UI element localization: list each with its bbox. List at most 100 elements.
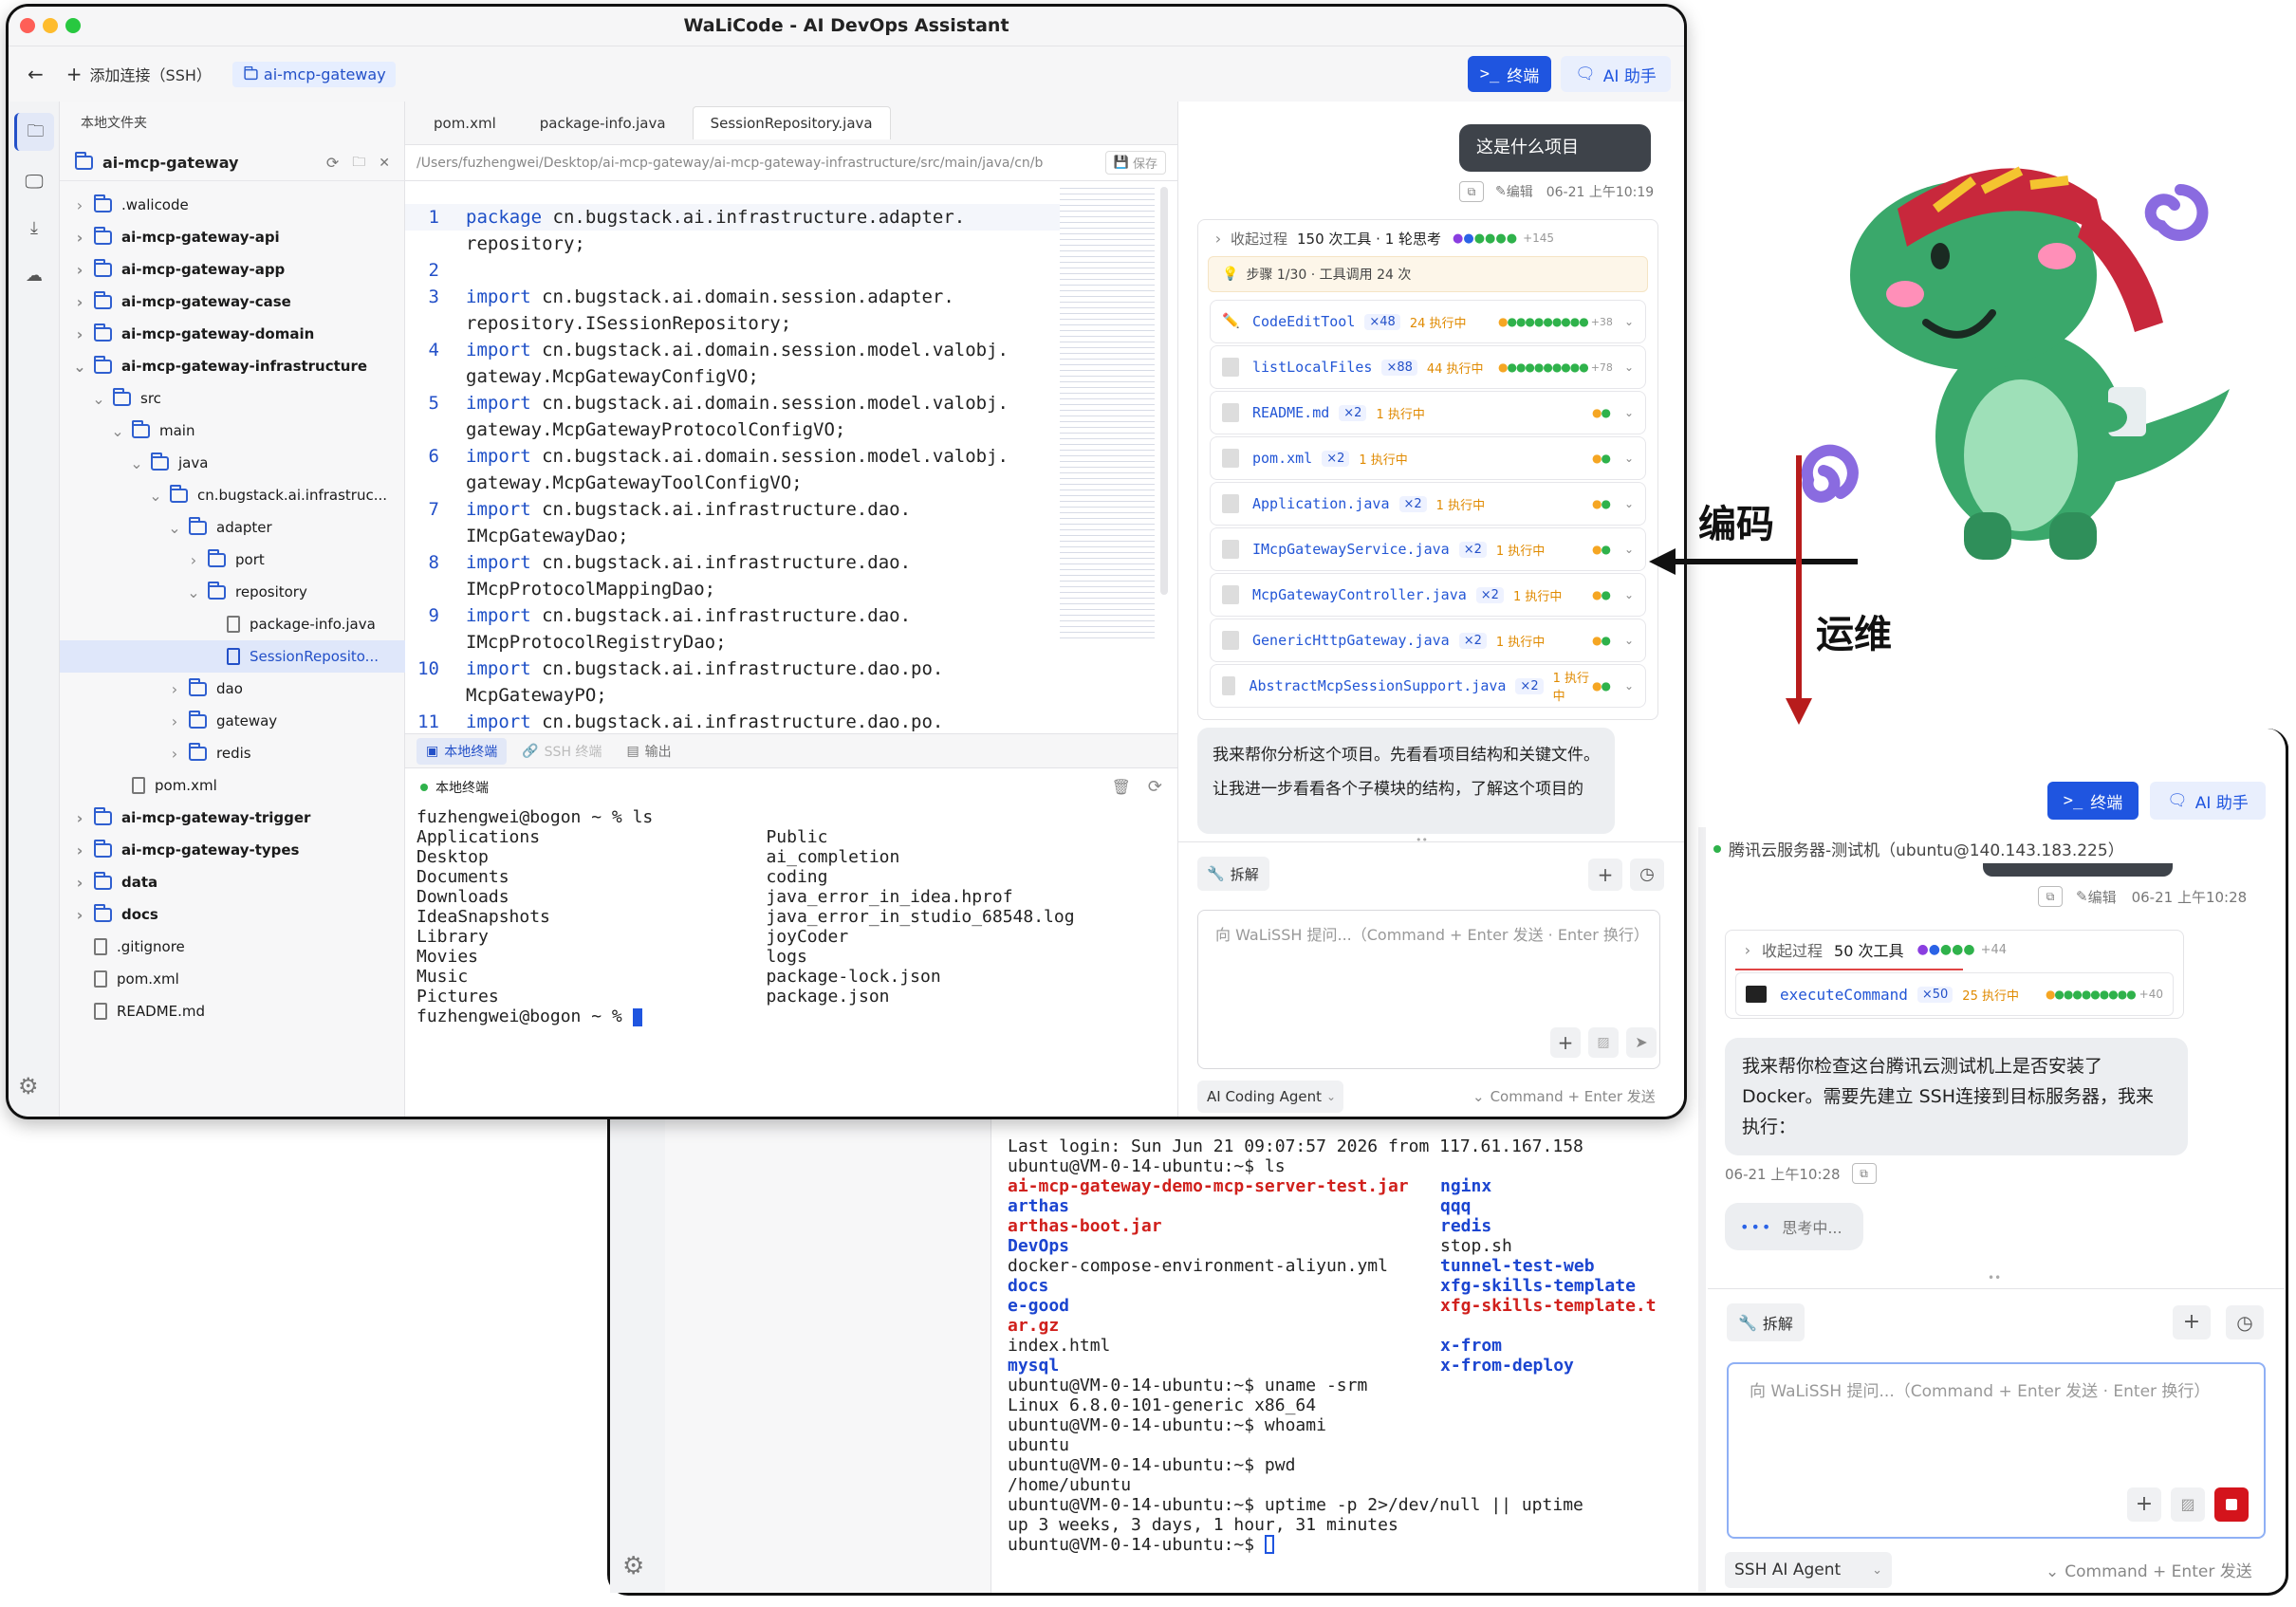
chevron-icon[interactable]: ›: [71, 196, 88, 214]
send-icon[interactable]: ➤: [1626, 1027, 1657, 1058]
editor-tab[interactable]: package-info.java: [523, 107, 683, 139]
chevron-down-icon[interactable]: ⌄: [1624, 543, 1634, 556]
collapse-process-toggle[interactable]: 收起过程: [1231, 229, 1287, 249]
chevron-down-icon[interactable]: ⌄: [1624, 634, 1634, 647]
chevron-icon[interactable]: ⌄: [128, 454, 145, 472]
chevron-icon[interactable]: ›: [71, 229, 88, 247]
settings-icon[interactable]: ⚙: [18, 1073, 39, 1099]
edit-link[interactable]: 编辑: [1507, 182, 1533, 201]
chevron-icon[interactable]: ›: [71, 325, 88, 343]
file-row[interactable]: README.md: [60, 995, 405, 1027]
minimap[interactable]: [1060, 185, 1155, 640]
tool-row[interactable]: McpGatewayController.java ×2 1 执行中 ●● ⌄: [1210, 573, 1646, 617]
tool-row[interactable]: IMcpGatewayService.java ×2 1 执行中 ●● ⌄: [1210, 527, 1646, 571]
chevron-icon[interactable]: ›: [71, 841, 88, 859]
stop-button[interactable]: [2214, 1487, 2249, 1522]
code-editor[interactable]: 1 package cn.bugstack.ai.infrastructure.a…: [405, 204, 1060, 739]
edit-link[interactable]: 编辑: [2088, 887, 2117, 907]
copy-icon[interactable]: ⧉: [2038, 886, 2063, 907]
folder-row[interactable]: › docs: [60, 898, 405, 931]
chevron-down-icon[interactable]: ⌄: [1624, 497, 1634, 510]
ssh-terminal[interactable]: Last login: Sun Jun 21 09:07:57 2026 fro…: [1008, 1136, 1691, 1592]
folder-row[interactable]: › ai-mcp-gateway-app: [60, 253, 405, 286]
folder-row[interactable]: ⌄ ai-mcp-gateway-infrastructure: [60, 350, 405, 382]
chevron-icon[interactable]: ›: [71, 809, 88, 827]
file-row[interactable]: .gitignore: [60, 931, 405, 963]
chevron-icon[interactable]: ›: [166, 680, 183, 698]
ssh-attach-button[interactable]: +: [2127, 1487, 2161, 1522]
chevron-icon[interactable]: ›: [185, 551, 202, 569]
chevron-icon[interactable]: ›: [166, 745, 183, 763]
tool-row[interactable]: ✏️ CodeEditTool ×48 24 执行中 ●●●●●●●●●● +38 ⌄: [1210, 300, 1646, 343]
chevron-down-icon[interactable]: ⌄: [1624, 452, 1634, 465]
tool-row[interactable]: AbstractMcpSessionSupport.java ×2 1 执行中 ●● ⌄: [1210, 664, 1646, 708]
ssh-split-button[interactable]: 🔧 拆解: [1727, 1303, 1805, 1341]
split-button[interactable]: 🔧 拆解: [1197, 857, 1269, 891]
tool-row[interactable]: listLocalFiles ×88 44 执行中 ●●●●●●●●●● +78 ⌄: [1210, 345, 1646, 389]
chevron-icon[interactable]: ›: [71, 874, 88, 892]
chevron-right-icon[interactable]: ›: [1210, 230, 1227, 248]
tool-row[interactable]: pom.xml ×2 1 执行中 ●● ⌄: [1210, 436, 1646, 480]
ai-assistant-button[interactable]: 🗨 AI 助手: [1561, 56, 1671, 92]
tool-row[interactable]: README.md ×2 1 执行中 ●● ⌄: [1210, 391, 1646, 434]
file-row[interactable]: package-info.java: [60, 608, 405, 640]
chevron-down-icon[interactable]: ⌄: [1624, 315, 1634, 328]
chevron-down-icon[interactable]: ⌄: [1624, 406, 1634, 419]
editor-tab[interactable]: SessionRepository.java: [692, 106, 891, 139]
project-tab[interactable]: ai-mcp-gateway: [231, 61, 396, 87]
scrollbar[interactable]: [1160, 187, 1168, 595]
history-button[interactable]: ◷: [1630, 859, 1664, 891]
folder-row[interactable]: ⌄ repository: [60, 576, 405, 608]
explorer-icon[interactable]: 🗀: [14, 113, 54, 151]
ssh-agent-select[interactable]: SSH AI Agent ⌄: [1725, 1552, 1892, 1588]
folder-row[interactable]: ⌄ java: [60, 447, 405, 479]
folder-row[interactable]: › ai-mcp-gateway-case: [60, 286, 405, 318]
local-terminal-tab[interactable]: ▣ 本地终端: [417, 737, 508, 765]
chevron-icon[interactable]: ›: [71, 906, 88, 924]
folder-row[interactable]: › port: [60, 544, 405, 576]
copy-icon[interactable]: ⧉: [1851, 1163, 1877, 1184]
chevron-icon[interactable]: ⌄: [147, 487, 164, 505]
chevron-icon[interactable]: ⌄: [166, 519, 183, 537]
folder-row[interactable]: › gateway: [60, 705, 405, 737]
collapse-process-toggle[interactable]: 收起过程: [1762, 938, 1823, 961]
ssh-history-button[interactable]: ◷: [2226, 1305, 2264, 1339]
settings-icon[interactable]: ⚙: [622, 1552, 644, 1580]
chevron-icon[interactable]: ⌄: [185, 583, 202, 601]
chevron-icon[interactable]: ›: [71, 293, 88, 311]
chevron-down-icon[interactable]: ⌄: [1624, 588, 1634, 601]
cloud-icon[interactable]: ☁: [14, 257, 54, 295]
image-icon[interactable]: ▨: [2171, 1487, 2205, 1522]
trash-icon[interactable]: 🗑: [1112, 778, 1131, 796]
edit-icon[interactable]: ✎: [1495, 184, 1507, 199]
local-terminal[interactable]: fuzhengwei@bogon ~ % ls Applications Publ…: [417, 807, 1176, 1026]
refresh-icon[interactable]: ⟳: [326, 154, 339, 172]
tool-row[interactable]: GenericHttpGateway.java ×2 1 执行中 ●● ⌄: [1210, 619, 1646, 662]
image-icon[interactable]: ▨: [1588, 1027, 1619, 1058]
copy-icon[interactable]: ⧉: [1459, 181, 1484, 202]
file-row[interactable]: pom.xml: [60, 963, 405, 995]
save-button[interactable]: 💾 保存: [1104, 151, 1166, 175]
ssh-add-button[interactable]: +: [2173, 1305, 2211, 1339]
folder-row[interactable]: › dao: [60, 673, 405, 705]
chevron-down-icon[interactable]: ⌄: [1624, 679, 1634, 693]
folder-row[interactable]: ⌄ adapter: [60, 511, 405, 544]
terminal-button[interactable]: >_ 终端: [1468, 56, 1551, 92]
chevron-icon[interactable]: ⌄: [109, 422, 126, 440]
download-icon[interactable]: ⤓: [14, 210, 54, 248]
ssh-drag-handle[interactable]: ••: [1988, 1271, 2001, 1284]
folder-row[interactable]: › ai-mcp-gateway-types: [60, 834, 405, 866]
tool-row[interactable]: executeCommand ×50 25 执行中 ●●●●●●●●●● +40: [1735, 972, 2174, 1016]
editor-tab[interactable]: pom.xml: [417, 107, 513, 139]
root-folder-row[interactable]: ai-mcp-gateway ⟳ 🗀 ✕: [60, 145, 405, 181]
drag-handle[interactable]: ••: [1416, 834, 1428, 846]
ssh-terminal-button[interactable]: >_ 终端: [2047, 782, 2139, 820]
refresh-icon[interactable]: ⟳: [1148, 777, 1162, 797]
folder-row[interactable]: › redis: [60, 737, 405, 769]
file-row[interactable]: SessionReposito...: [60, 640, 405, 673]
chevron-icon[interactable]: ⌄: [71, 358, 88, 376]
folder-row[interactable]: ⌄ cn.bugstack.ai.infrastruc...: [60, 479, 405, 511]
chevron-down-icon[interactable]: ⌄: [1624, 360, 1634, 374]
folder-row[interactable]: ⌄ main: [60, 415, 405, 447]
ssh-terminal-tab[interactable]: 🔗 SSH 终端: [522, 742, 602, 761]
